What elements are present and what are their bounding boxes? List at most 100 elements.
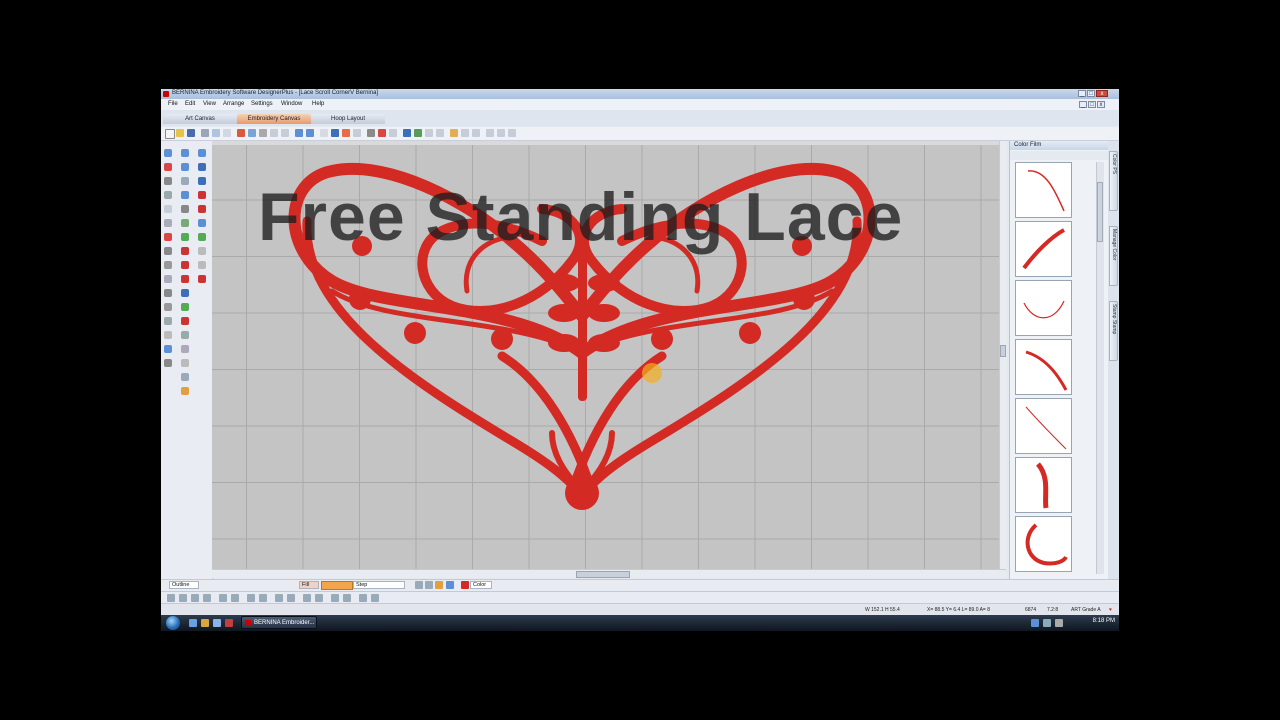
- ungroup-icon[interactable]: [203, 594, 211, 602]
- save-icon[interactable]: [187, 129, 195, 137]
- zoom-tool-icon[interactable]: [198, 149, 206, 157]
- appliqué-icon[interactable]: [164, 359, 172, 367]
- hearts-icon[interactable]: [198, 275, 206, 283]
- transform-icon[interactable]: [198, 163, 206, 171]
- canvas-vertical-scrollbar[interactable]: [999, 141, 1007, 569]
- mirror-h-icon[interactable]: [219, 594, 227, 602]
- weld-icon[interactable]: [164, 219, 172, 227]
- blackwork-icon[interactable]: [164, 345, 172, 353]
- quilt-icon[interactable]: [181, 387, 189, 395]
- pan-icon[interactable]: [508, 129, 516, 137]
- scale-icon[interactable]: [331, 594, 339, 602]
- zoom-fit-icon[interactable]: [497, 129, 505, 137]
- stitch-player-icon[interactable]: [237, 129, 245, 137]
- column-icon[interactable]: [164, 275, 172, 283]
- stipple-icon[interactable]: [198, 233, 206, 241]
- input-a-icon[interactable]: [164, 233, 172, 241]
- input-b-icon[interactable]: [164, 247, 172, 255]
- layout-icon[interactable]: [181, 359, 189, 367]
- knife-icon[interactable]: [164, 191, 172, 199]
- tray-volume-icon[interactable]: [1043, 619, 1051, 627]
- doc-restore-button[interactable]: □: [1088, 101, 1096, 108]
- single-run-icon[interactable]: [164, 303, 172, 311]
- paste-icon[interactable]: [281, 129, 289, 137]
- pen-icon[interactable]: [181, 205, 189, 213]
- skew-icon[interactable]: [343, 594, 351, 602]
- film-thumbnail-6[interactable]: [1015, 457, 1072, 513]
- undo-icon[interactable]: [295, 129, 303, 137]
- offset-icon[interactable]: [371, 594, 379, 602]
- maximize-button[interactable]: □: [1087, 90, 1095, 97]
- scroll-thumb[interactable]: [576, 571, 630, 578]
- color-swatch-icon[interactable]: [461, 581, 469, 589]
- align-icon[interactable]: [167, 594, 175, 602]
- mirror-v-icon[interactable]: [231, 594, 239, 602]
- tab-art-canvas[interactable]: Art Canvas: [163, 114, 237, 124]
- outline-select[interactable]: Outline: [169, 581, 199, 589]
- thread-icon[interactable]: [248, 129, 256, 137]
- distribute-icon[interactable]: [179, 594, 187, 602]
- pattern-icon[interactable]: [198, 191, 206, 199]
- redo-icon[interactable]: [306, 129, 314, 137]
- grid-fill-icon[interactable]: [198, 219, 206, 227]
- polygon-select-icon[interactable]: [164, 177, 172, 185]
- outline-icon[interactable]: [198, 261, 206, 269]
- film-thumbnail-3[interactable]: [1015, 280, 1072, 336]
- zoom-out-icon[interactable]: [486, 129, 494, 137]
- copy-icon[interactable]: [270, 129, 278, 137]
- film-thumbnail-5[interactable]: [1015, 398, 1072, 454]
- elements-icon[interactable]: [181, 317, 189, 325]
- print-icon[interactable]: [201, 129, 209, 137]
- circle-shape-icon[interactable]: [181, 261, 189, 269]
- export-icon[interactable]: [223, 129, 231, 137]
- slow-redraw-icon[interactable]: [425, 129, 433, 137]
- open-folder-icon[interactable]: [176, 129, 184, 137]
- tab-hoop-layout[interactable]: Hoop Layout: [311, 114, 385, 124]
- side-tab-color-ps[interactable]: Color PS: [1109, 151, 1118, 211]
- film-thumbnail-4[interactable]: [1015, 339, 1072, 395]
- scroll-thumb[interactable]: [1000, 345, 1006, 357]
- embroidery-canvas[interactable]: Free Standing Lace: [212, 141, 1006, 569]
- echo-icon[interactable]: [198, 247, 206, 255]
- zoom-in-icon[interactable]: [320, 129, 328, 137]
- reshape-icon[interactable]: [164, 163, 172, 171]
- triple-run-icon[interactable]: [164, 317, 172, 325]
- oval-icon[interactable]: [181, 163, 189, 171]
- quicklaunch-folder-icon[interactable]: [201, 619, 209, 627]
- artistic-view-icon[interactable]: [389, 129, 397, 137]
- shapes-icon[interactable]: [181, 233, 189, 241]
- preview-icon[interactable]: [212, 129, 220, 137]
- minimize-button[interactable]: _: [1078, 90, 1086, 97]
- show-objects-icon[interactable]: [378, 129, 386, 137]
- select-object-icon[interactable]: [164, 149, 172, 157]
- step-select[interactable]: Step: [353, 581, 405, 589]
- center-icon[interactable]: [303, 594, 311, 602]
- film-thumbnail-1[interactable]: [1015, 162, 1072, 218]
- tray-power-icon[interactable]: [1055, 619, 1063, 627]
- cross-stitch-icon[interactable]: [181, 219, 189, 227]
- side-tab-stamp[interactable]: Stamp Stamp: [1109, 301, 1118, 361]
- film-scrollbar[interactable]: [1096, 162, 1104, 574]
- star-icon[interactable]: [181, 191, 189, 199]
- side-tab-manage-color[interactable]: Manage Color: [1109, 226, 1118, 286]
- canvas-horizontal-scrollbar[interactable]: [212, 569, 1006, 578]
- nudge-icon[interactable]: [359, 594, 367, 602]
- menu-edit[interactable]: Edit: [185, 101, 195, 107]
- rotate-left-icon[interactable]: [247, 594, 255, 602]
- sort-icon[interactable]: [461, 129, 469, 137]
- dots-icon[interactable]: [198, 205, 206, 213]
- zoom-box-icon[interactable]: [331, 129, 339, 137]
- hide-icon[interactable]: [287, 594, 295, 602]
- lock-icon[interactable]: [275, 594, 283, 602]
- design-info-icon[interactable]: [450, 129, 458, 137]
- quicklaunch-desktop-icon[interactable]: [213, 619, 221, 627]
- color-select[interactable]: Color: [470, 581, 492, 589]
- rotate-right-icon[interactable]: [259, 594, 267, 602]
- scroll-thumb[interactable]: [1097, 182, 1103, 242]
- menu-arrange[interactable]: Arrange: [223, 101, 244, 107]
- grid-icon[interactable]: [353, 129, 361, 137]
- group-icon[interactable]: [191, 594, 199, 602]
- rotate-icon[interactable]: [198, 177, 206, 185]
- heart-shape-icon[interactable]: [181, 247, 189, 255]
- arrange-icon[interactable]: [315, 594, 323, 602]
